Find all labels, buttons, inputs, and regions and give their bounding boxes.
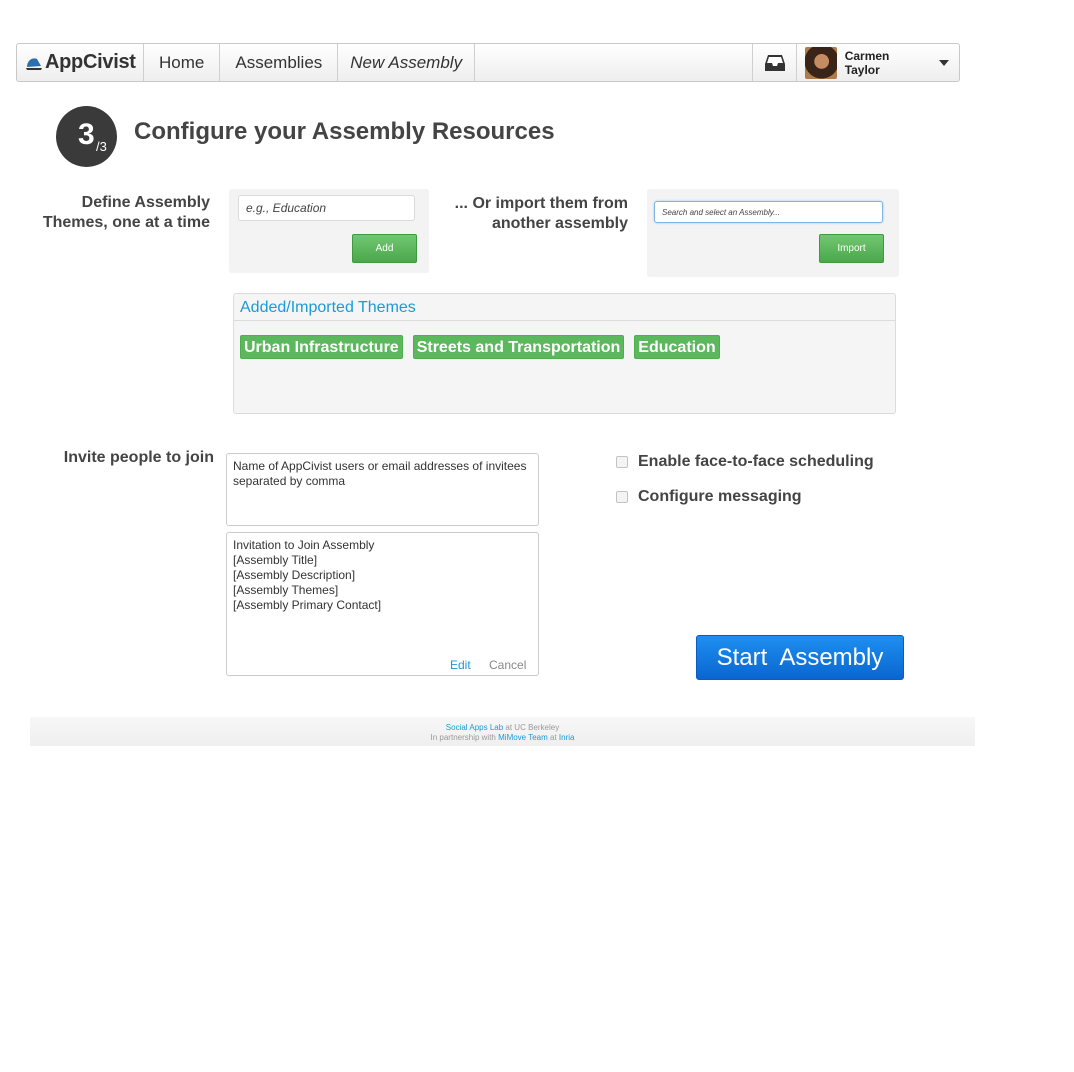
step-indicator: 3 /3 (56, 106, 117, 167)
mimove-team-link[interactable]: MiMove Team (498, 733, 548, 742)
user-name: Carmen Taylor (844, 48, 890, 77)
face-to-face-label: Enable face-to-face scheduling (638, 453, 874, 470)
nav-home[interactable]: Home (144, 44, 221, 81)
inbox-button[interactable] (753, 44, 797, 81)
invite-label: Invite people to join (63, 449, 214, 466)
inria-link[interactable]: Inria (559, 733, 575, 742)
footer: Social Apps Lab at UC Berkeley In partne… (30, 717, 975, 746)
invitation-message-textarea[interactable]: Invitation to Join Assembly [Assembly Ti… (226, 532, 539, 676)
chevron-down-icon (939, 59, 949, 66)
theme-tag[interactable]: Education (634, 335, 720, 359)
import-theme-panel: Search and select an Assembly... Import (647, 189, 899, 277)
step-total: /3 (96, 139, 107, 154)
define-themes-label: Define Assembly Themes, one at a time (42, 194, 210, 231)
message-line: Invitation to Join Assembly (233, 538, 375, 552)
face-to-face-checkbox[interactable] (616, 456, 628, 468)
messaging-option[interactable]: Configure messaging (616, 488, 802, 506)
theme-tag[interactable]: Streets and Transportation (412, 335, 625, 359)
added-themes-heading: Added/Imported Themes (234, 294, 895, 321)
appcivist-logo-icon (26, 57, 42, 70)
start-assembly-button[interactable]: Start Assembly (696, 635, 904, 680)
invitees-placeholder: Name of AppCivist users or email address… (233, 459, 527, 488)
theme-tag[interactable]: Urban Infrastructure (240, 335, 403, 359)
nav-current-page: New Assembly (338, 44, 476, 81)
footer-line-2: In partnership with MiMove Team at Inria (30, 733, 975, 743)
user-menu[interactable]: Carmen Taylor (797, 44, 959, 81)
footer-partnership: In partnership with (430, 733, 496, 742)
step-number: 3 (78, 118, 95, 151)
message-line: [Assembly Primary Contact] (233, 598, 382, 612)
inbox-icon (764, 54, 785, 71)
invitees-textarea[interactable]: Name of AppCivist users or email address… (226, 453, 539, 526)
social-apps-lab-link[interactable]: Social Apps Lab (446, 723, 503, 732)
nav-assemblies[interactable]: Assemblies (220, 44, 339, 81)
top-navbar: AppCivist Home Assemblies New Assembly C… (16, 43, 960, 82)
message-line: [Assembly Description] (233, 568, 356, 582)
add-theme-button[interactable]: Add (352, 234, 417, 263)
messaging-checkbox[interactable] (616, 491, 628, 503)
theme-input[interactable]: e.g., Education (238, 195, 415, 221)
import-themes-label: ... Or import them from another assembly (454, 195, 628, 232)
import-button[interactable]: Import (819, 234, 884, 263)
added-themes-box: Added/Imported Themes Urban Infrastructu… (233, 293, 896, 414)
face-to-face-option[interactable]: Enable face-to-face scheduling (616, 453, 874, 471)
theme-tags: Urban Infrastructure Streets and Transpo… (240, 335, 720, 359)
message-line: [Assembly Title] (233, 553, 318, 567)
messaging-label: Configure messaging (638, 488, 802, 505)
nav-spacer (475, 44, 753, 81)
assembly-search-input[interactable]: Search and select an Assembly... (654, 201, 883, 223)
page-title: Configure your Assembly Resources (134, 118, 555, 145)
footer-at-berkeley: at UC Berkeley (505, 723, 560, 732)
message-line: [Assembly Themes] (233, 583, 339, 597)
cancel-message-link[interactable]: Cancel (489, 658, 526, 673)
brand-logo[interactable]: AppCivist (17, 44, 144, 81)
footer-at: at (550, 733, 557, 742)
edit-message-link[interactable]: Edit (450, 658, 471, 673)
brand-name: AppCivist (45, 51, 136, 73)
avatar (805, 46, 837, 79)
footer-line-1: Social Apps Lab at UC Berkeley (30, 723, 975, 733)
define-theme-panel: e.g., Education Add (229, 189, 429, 273)
